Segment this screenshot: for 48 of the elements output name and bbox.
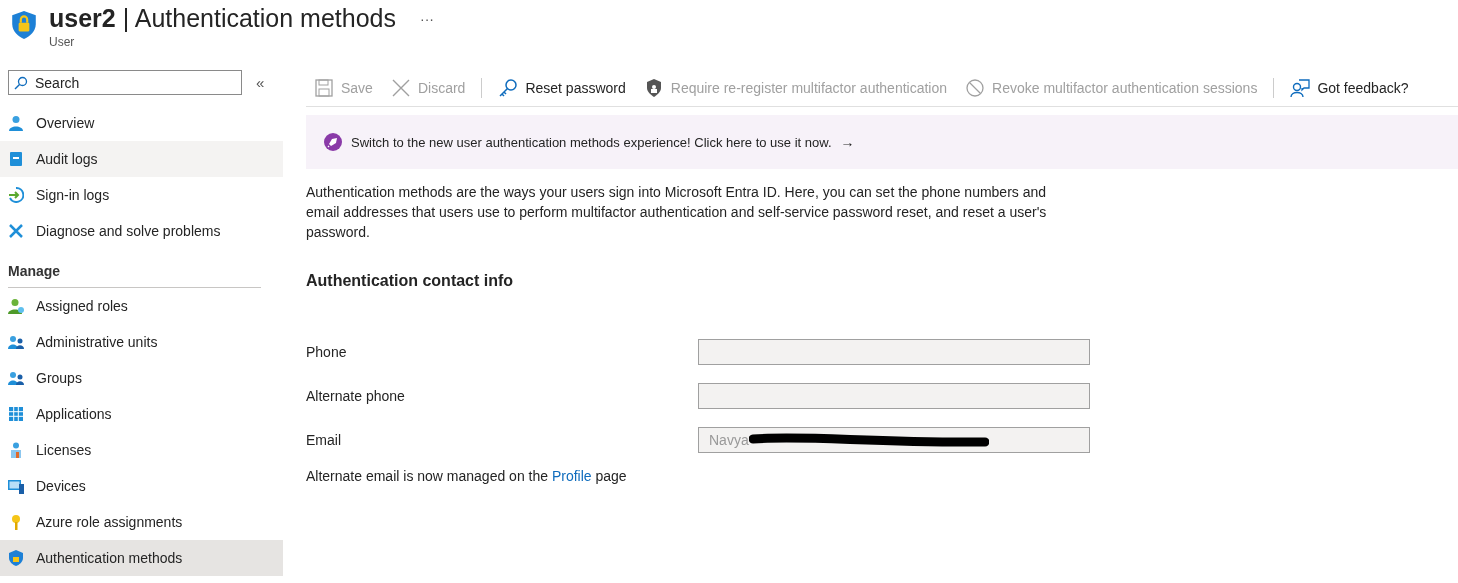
monitor-icon	[8, 478, 24, 494]
sidebar-item[interactable]: Devices	[0, 468, 283, 504]
key-icon	[498, 78, 519, 98]
sidebar-item[interactable]: Authentication methods	[0, 540, 283, 576]
save-icon	[314, 78, 334, 98]
shield-icon	[11, 10, 37, 40]
close-icon	[390, 78, 411, 98]
search-field[interactable]: Search	[8, 70, 242, 95]
section-title: Authentication contact info	[306, 272, 515, 290]
person-icon	[8, 115, 24, 131]
person-icon	[8, 298, 24, 314]
page-subtitle: User	[49, 35, 76, 49]
description-text: Authentication methods are the ways your users sign into Microsoft Entra ID. Here, you can set the phone numbers and email addresses that users use to perform multifactor authentication and self-service password reset, and reset a user's password.	[306, 183, 1048, 242]
people-icon	[8, 370, 24, 386]
sidebar-item[interactable]: Diagnose and solve problems	[0, 213, 283, 249]
grid-icon	[8, 406, 24, 422]
sidebar-item[interactable]: Overview	[0, 105, 283, 141]
sidebar-item[interactable]: Groups	[0, 360, 283, 396]
note-text: Alternate email is now managed on the Profile page	[306, 468, 628, 484]
sidebar-item[interactable]: Applications	[0, 396, 283, 432]
toolbar-button[interactable]: Got feedback?	[1282, 72, 1417, 104]
shield-icon	[8, 550, 24, 566]
field-label: Phone	[306, 344, 348, 360]
collapse-button[interactable]: «	[256, 74, 265, 91]
people-icon	[8, 334, 24, 350]
search-icon	[14, 76, 28, 90]
more-button[interactable]: ···	[416, 10, 438, 27]
toolbar-button[interactable]: Reset password	[490, 72, 634, 104]
badge-icon	[8, 442, 24, 458]
profile-link[interactable]: Profile	[551, 468, 592, 484]
page-title: user2 | Authentication methods	[49, 4, 396, 33]
rocket-icon	[324, 133, 342, 151]
feedback-icon	[1290, 78, 1311, 98]
section-heading: Manage	[7, 262, 62, 281]
sidebar-item[interactable]: Sign-in logs	[0, 177, 283, 213]
input-field[interactable]	[698, 339, 1090, 365]
block-icon	[965, 78, 986, 98]
sidebar-item[interactable]: Assigned roles	[0, 288, 283, 324]
field-label: Email	[306, 432, 342, 448]
sidebar-item[interactable]: Azure role assignments	[0, 504, 283, 540]
banner[interactable]: Switch to the new user authentication methods experience! Click here to use it now. →	[306, 115, 1458, 169]
sign-in-icon	[8, 187, 24, 203]
sidebar-item[interactable]: Audit logs	[0, 141, 283, 177]
input-field[interactable]	[698, 383, 1090, 409]
book-icon	[8, 151, 24, 167]
sidebar-item[interactable]: Licenses	[0, 432, 283, 468]
sidebar-item[interactable]: Administrative units	[0, 324, 283, 360]
field-label: Alternate phone	[306, 388, 406, 404]
